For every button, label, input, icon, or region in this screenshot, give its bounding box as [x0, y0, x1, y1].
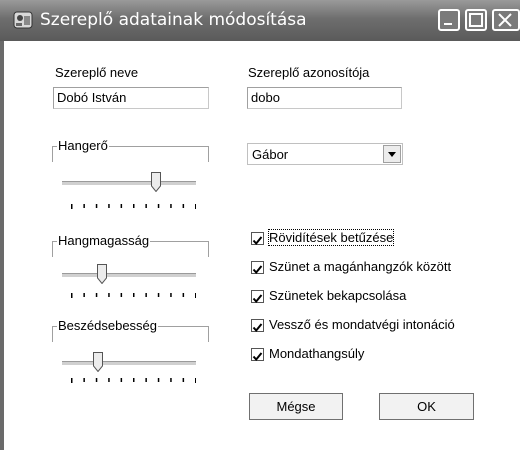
- pitch-slider[interactable]: [97, 264, 107, 285]
- volume-track: [62, 181, 196, 186]
- speed-track: [62, 361, 196, 366]
- checkmark-icon: [252, 294, 263, 304]
- checkmark-icon: [252, 352, 263, 362]
- maximize-icon[interactable]: [465, 9, 487, 31]
- minimize-icon[interactable]: [438, 9, 460, 31]
- window-border: [0, 41, 4, 450]
- option-checkbox[interactable]: [251, 261, 264, 275]
- voice-select-value: Gábor: [252, 147, 289, 162]
- option-checkbox[interactable]: [251, 290, 264, 304]
- volume-group: Hangerő: [52, 138, 209, 162]
- chevron-down-icon[interactable]: [383, 145, 401, 163]
- name-field[interactable]: Dobó István: [53, 87, 209, 109]
- pitch-track: [62, 273, 196, 278]
- checkmark-icon: [252, 236, 263, 246]
- voice-select[interactable]: Gábor: [247, 143, 403, 165]
- id-field[interactable]: dobo: [247, 87, 402, 109]
- option-label[interactable]: Vessző és mondatvégi intonáció: [269, 317, 455, 332]
- option-label[interactable]: Szünet a magánhangzók között: [269, 259, 451, 274]
- speaker-app-icon: [12, 9, 34, 31]
- pitch-label: Hangmagasság: [57, 233, 151, 248]
- cancel-button[interactable]: Mégse: [249, 393, 343, 420]
- close-icon[interactable]: [492, 9, 520, 31]
- speed-ticks: [71, 378, 196, 383]
- volume-slider[interactable]: [151, 172, 161, 193]
- option-label[interactable]: Rövidítések betűzése: [267, 229, 395, 246]
- checkmark-icon: [252, 323, 263, 333]
- option-checkbox[interactable]: [251, 319, 264, 333]
- id-label: Szereplő azonosítója: [248, 65, 370, 80]
- ok-button[interactable]: OK: [379, 393, 474, 420]
- speed-slider[interactable]: [93, 352, 103, 373]
- speed-label: Beszédsebesség: [57, 318, 159, 333]
- pitch-group: Hangmagasság: [52, 233, 209, 257]
- window-title: Szereplő adatainak módosítása: [40, 10, 307, 30]
- option-checkbox[interactable]: [251, 348, 264, 362]
- option-label[interactable]: Szünetek bekapcsolása: [269, 288, 406, 303]
- name-label: Szereplő neve: [55, 65, 139, 80]
- volume-ticks: [71, 204, 196, 209]
- option-label[interactable]: Mondathangsúly: [269, 346, 364, 361]
- volume-label: Hangerő: [57, 138, 109, 153]
- option-checkbox[interactable]: [251, 232, 264, 246]
- speed-group: Beszédsebesség: [52, 318, 209, 342]
- checkmark-icon: [252, 265, 263, 275]
- title-bar[interactable]: Szereplő adatainak módosítása: [0, 0, 520, 41]
- dialog-window: Szereplő adatainak módosítása Szereplő n…: [0, 0, 520, 450]
- pitch-ticks: [71, 293, 196, 298]
